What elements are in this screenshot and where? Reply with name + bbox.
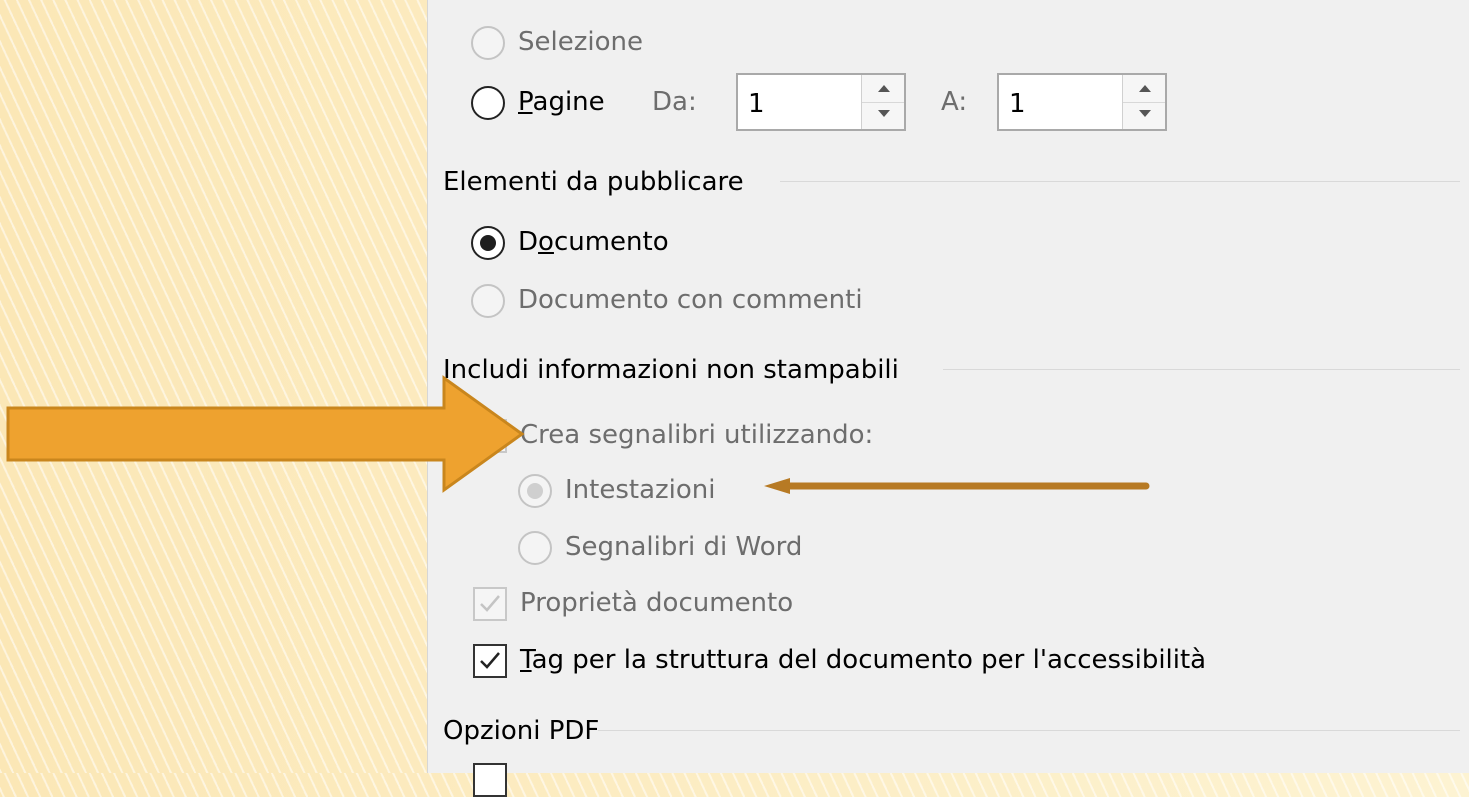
create-bookmarks-label: Crea segnalibri utilizzando:	[520, 420, 874, 450]
to-page-up-button[interactable]	[1123, 75, 1165, 103]
radio-selected-dot	[527, 483, 543, 499]
word-bookmarks-radio[interactable]	[518, 531, 552, 565]
to-page-spinner[interactable]: 1	[997, 73, 1167, 131]
down-arrow-icon	[1139, 110, 1151, 117]
selection-label: Selezione	[518, 27, 643, 57]
publish-options-dialog: Selezione Pagine Da: 1 A: 1 Elementi da …	[427, 0, 1469, 797]
pdf-options-heading: Opzioni PDF	[443, 716, 600, 746]
publish-group-divider	[780, 181, 1460, 182]
pdf-option-checkbox[interactable]	[473, 763, 507, 797]
radio-selected-dot	[480, 235, 496, 251]
document-with-comments-radio[interactable]	[471, 284, 505, 318]
word-bookmarks-label: Segnalibri di Word	[565, 532, 803, 562]
to-page-down-button[interactable]	[1123, 102, 1165, 129]
up-arrow-icon	[1139, 85, 1151, 92]
pdf-options-divider	[598, 730, 1460, 731]
document-properties-label: Proprietà documento	[520, 588, 794, 618]
pages-label: Pagine	[518, 87, 605, 117]
up-arrow-icon	[878, 85, 890, 92]
from-label: Da:	[652, 87, 697, 117]
checkmark-icon	[480, 595, 500, 612]
accessibility-tags-checkbox[interactable]	[473, 644, 507, 678]
from-page-down-button[interactable]	[862, 102, 904, 129]
nonprint-group-divider	[943, 369, 1460, 370]
publish-group-heading: Elementi da pubblicare	[443, 167, 744, 197]
document-label: Documento	[518, 227, 669, 257]
to-label: A:	[941, 87, 968, 117]
from-page-spinner[interactable]: 1	[736, 73, 906, 131]
selection-radio[interactable]	[471, 26, 505, 60]
down-arrow-icon	[878, 110, 890, 117]
nonprint-group-heading: Includi informazioni non stampabili	[443, 355, 899, 385]
from-page-up-button[interactable]	[862, 75, 904, 103]
headings-radio[interactable]	[518, 474, 552, 508]
checkmark-icon	[480, 652, 500, 669]
document-with-comments-label: Documento con commenti	[518, 285, 863, 315]
accessibility-tags-label: Tag per la struttura del documento per l…	[520, 645, 1207, 675]
document-radio[interactable]	[471, 226, 505, 260]
create-bookmarks-checkbox[interactable]	[473, 419, 507, 453]
headings-label: Intestazioni	[565, 475, 716, 505]
pages-radio[interactable]	[471, 86, 505, 120]
to-page-value[interactable]: 1	[1009, 89, 1026, 119]
document-properties-checkbox[interactable]	[473, 587, 507, 621]
from-page-value[interactable]: 1	[748, 89, 765, 119]
